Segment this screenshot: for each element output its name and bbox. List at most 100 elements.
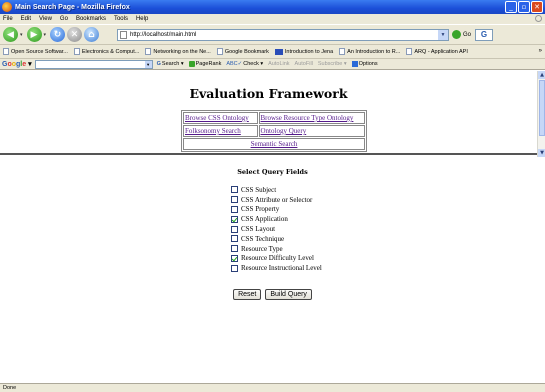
firefox-icon xyxy=(2,2,12,12)
browse-resource-type-ontology-link[interactable]: Browse Resource Type Ontology xyxy=(261,114,354,122)
forward-button[interactable]: ▶ xyxy=(26,27,42,42)
checkbox[interactable] xyxy=(231,205,238,213)
google-logo[interactable]: Google ▾ xyxy=(2,60,32,68)
checkbox-label: CSS Application xyxy=(241,215,288,224)
menu-view[interactable]: View xyxy=(39,16,52,22)
menu-edit[interactable]: Edit xyxy=(21,16,31,22)
menu-tools[interactable]: Tools xyxy=(114,16,128,22)
folksonomy-search-link[interactable]: Folksonomy Search xyxy=(185,127,241,135)
subscribe-button[interactable]: Subscribe ▾ xyxy=(318,61,347,67)
stop-button[interactable]: ✕ xyxy=(67,27,83,42)
options-icon xyxy=(351,61,358,67)
chevron-down-icon[interactable]: ▼ xyxy=(144,60,152,68)
checkbox[interactable] xyxy=(231,235,238,243)
forward-dropdown-icon[interactable]: ▾ xyxy=(44,32,47,38)
query-fields-list: CSS Subject CSS Attribute or Selector CSS … xyxy=(231,185,322,273)
reset-button[interactable]: Reset xyxy=(233,289,262,300)
query-field-option[interactable]: CSS Layout xyxy=(231,224,322,234)
checkbox[interactable] xyxy=(231,186,238,194)
options-label: Options xyxy=(358,61,378,67)
checkbox[interactable] xyxy=(231,245,238,253)
query-field-option[interactable]: CSS Subject xyxy=(231,185,322,195)
checkbox-label: CSS Attribute or Selector xyxy=(241,195,313,204)
google-search-button[interactable]: G Search ▾ xyxy=(157,61,184,67)
nav-cell: Browse CSS Ontology xyxy=(183,112,258,124)
options-button[interactable]: Options xyxy=(351,61,378,67)
menu-go[interactable]: Go xyxy=(60,16,68,22)
top-frame: Evaluation Framework Browse CSS Ontology… xyxy=(0,71,537,155)
menu-bookmarks[interactable]: Bookmarks xyxy=(76,16,106,22)
go-icon xyxy=(452,30,461,39)
autolink-label: AutoLink xyxy=(268,61,290,67)
minimize-button[interactable]: _ xyxy=(505,1,517,13)
google-search-input[interactable]: ▼ xyxy=(34,59,153,69)
checkbox[interactable] xyxy=(231,225,238,233)
bookmark-label: Open Source Softwar... xyxy=(11,48,68,55)
menu-file[interactable]: File xyxy=(3,16,13,22)
page-icon xyxy=(406,48,413,55)
checkbox-label: CSS Technique xyxy=(241,234,285,243)
query-field-option[interactable]: Resource Type xyxy=(231,244,322,254)
go-button[interactable]: Go xyxy=(452,30,471,39)
checkbox[interactable] xyxy=(231,264,238,272)
page-icon xyxy=(73,48,80,55)
checkbox[interactable] xyxy=(231,215,238,223)
autofill-button[interactable]: AutoFill xyxy=(295,61,313,67)
ontology-query-link[interactable]: Ontology Query xyxy=(261,127,307,135)
query-buttons: Reset Build Query xyxy=(0,289,545,300)
menu-help[interactable]: Help xyxy=(136,16,148,22)
page-icon xyxy=(145,48,152,55)
query-field-option[interactable]: Resource Instructional Level xyxy=(231,263,322,273)
bookmark-item[interactable]: ARQ - Application API xyxy=(406,48,468,55)
frame-scrollbar[interactable]: ▲ ▼ xyxy=(537,71,545,157)
query-field-option[interactable]: CSS Technique xyxy=(231,234,322,244)
nav-cell: Ontology Query xyxy=(258,125,365,137)
window-title: Main Search Page - Mozilla Firefox xyxy=(15,3,130,11)
bookmark-item[interactable]: An Introduction to R... xyxy=(339,48,400,55)
search-engine-icon[interactable]: G xyxy=(475,29,493,41)
home-button[interactable]: ⌂ xyxy=(84,27,100,42)
build-query-button[interactable]: Build Query xyxy=(265,289,312,300)
scrollbar-thumb[interactable] xyxy=(539,80,545,136)
back-dropdown-icon[interactable]: ▾ xyxy=(20,32,23,38)
query-field-option[interactable]: CSS Application xyxy=(231,214,322,224)
navigation-toolbar: ◀ ▾ ▶ ▾ ↻ ✕ ⌂ http://localhost/main.html… xyxy=(0,24,545,44)
bookmark-label: Google Bookmark xyxy=(224,48,269,55)
bookmarks-overflow-button[interactable]: » xyxy=(539,48,542,54)
bookmark-item[interactable]: Open Source Softwar... xyxy=(3,48,68,55)
bookmark-item[interactable]: Google Bookmark xyxy=(216,48,269,55)
query-field-option[interactable]: CSS Property xyxy=(231,205,322,215)
scroll-down-icon[interactable]: ▼ xyxy=(538,149,545,157)
semantic-search-link[interactable]: Semantic Search xyxy=(251,140,298,148)
google-toolbar: Google ▾ ▼ G Search ▾ PageRank ABC✓ Check … xyxy=(0,58,545,70)
checkbox[interactable] xyxy=(231,254,238,262)
query-field-option[interactable]: Resource Difficulty Level xyxy=(231,254,322,264)
back-button[interactable]: ◀ xyxy=(3,27,18,42)
bookmarks-toolbar: Open Source Softwar... Electronics & Com… xyxy=(0,44,545,58)
page-icon xyxy=(339,48,346,55)
page-content: Evaluation Framework Browse CSS Ontology… xyxy=(0,71,545,383)
scroll-up-icon[interactable]: ▲ xyxy=(538,71,545,79)
check-button[interactable]: ABC✓ Check ▾ xyxy=(226,61,263,67)
maximize-button[interactable]: ▫ xyxy=(518,1,530,13)
page-icon xyxy=(120,31,127,39)
browse-css-ontology-link[interactable]: Browse CSS Ontology xyxy=(185,114,249,122)
checkbox-label: Resource Type xyxy=(241,244,283,253)
go-label: Go xyxy=(463,31,472,38)
bookmark-item[interactable]: Networking on the Ne... xyxy=(145,48,211,55)
nav-cell: Folksonomy Search xyxy=(183,125,258,137)
query-field-option[interactable]: CSS Attribute or Selector xyxy=(231,195,322,205)
address-bar[interactable]: http://localhost/main.html ▼ xyxy=(117,29,449,41)
reload-button[interactable]: ↻ xyxy=(50,27,66,42)
close-button[interactable]: ✕ xyxy=(531,1,543,13)
checkbox[interactable] xyxy=(231,196,238,204)
throbber-icon xyxy=(535,15,542,22)
gmail-icon xyxy=(274,48,283,55)
checkbox-label: Resource Difficulty Level xyxy=(241,254,314,263)
pagerank-button[interactable]: PageRank xyxy=(188,61,221,67)
autolink-button[interactable]: AutoLink xyxy=(268,61,289,67)
bookmark-item[interactable]: Introduction to Jena xyxy=(274,48,333,55)
window-titlebar: Main Search Page - Mozilla Firefox _ ▫ ✕ xyxy=(0,0,545,14)
address-dropdown-icon[interactable]: ▼ xyxy=(438,30,448,40)
bookmark-item[interactable]: Electronics & Comput... xyxy=(73,48,139,55)
